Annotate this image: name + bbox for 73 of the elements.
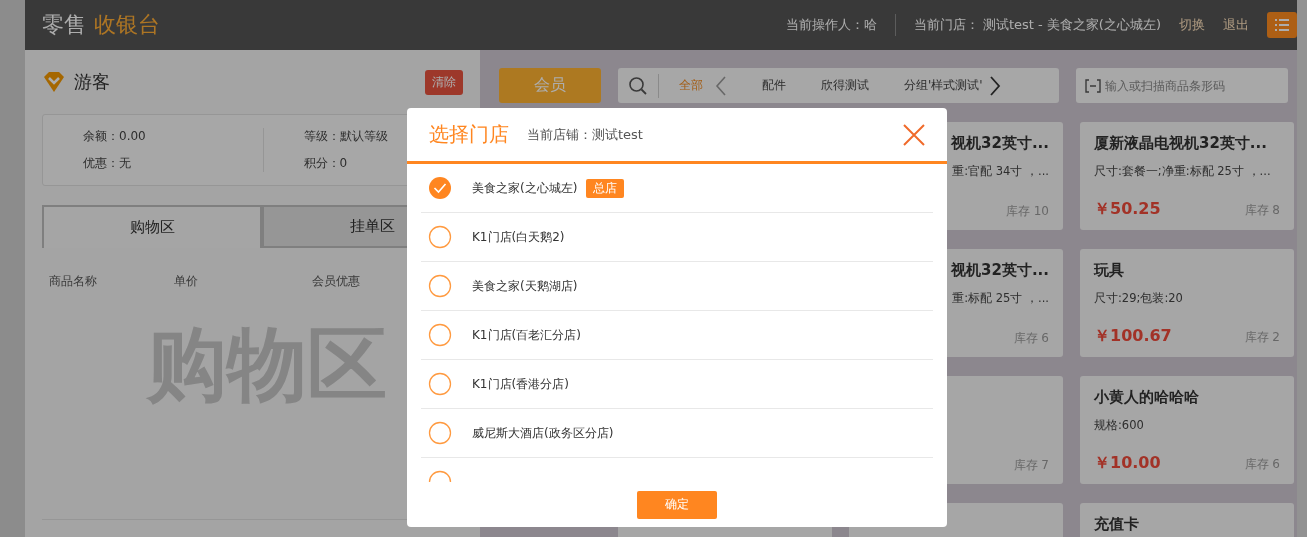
menu-icon [1275, 19, 1289, 31]
store-option[interactable]: K1门店(百老汇分店) [421, 311, 933, 360]
stock-count: 库存 2 [1244, 329, 1280, 346]
dialog-title: 选择门店 [429, 121, 509, 148]
store-option[interactable]: 威尼斯大酒店(政务区分店) [421, 409, 933, 458]
store-name: 美食之家(之心城左) [472, 179, 578, 197]
product-name: 视机32英寸... [951, 134, 1049, 153]
product-card[interactable]: 玩具 尺寸:29;包装:20 ￥100.67 库存 2 [1080, 249, 1294, 357]
stock-count: 库存 10 [1005, 203, 1049, 220]
stock-count: 库存 7 [1013, 457, 1049, 474]
diamond-icon [42, 71, 66, 93]
head-store-badge: 总店 [586, 178, 625, 198]
category-tab[interactable]: 分组'样式测试' [869, 77, 983, 94]
stock-count: 库存 6 [1244, 456, 1280, 473]
current-store-text: 当前店铺：测试test [527, 125, 644, 144]
info-text: 优惠：无 [83, 155, 131, 172]
clear-button[interactable]: 清除 [425, 69, 463, 95]
category-tab[interactable]: 配件 [727, 77, 786, 94]
operator-label: 当前操作人：哈 [785, 16, 877, 34]
info-text: 积分：0 [303, 155, 348, 172]
product-spec: 重:官配 34寸 ，... [952, 164, 1049, 179]
product-price: ￥10.00 [1094, 453, 1161, 474]
stock-count: 库存 6 [1013, 330, 1049, 347]
store-option[interactable]: 美食之家(之心城左) 总店 [421, 164, 933, 213]
product-name: 充值卡 [1094, 515, 1140, 534]
product-card[interactable]: 充值卡 [1080, 503, 1294, 537]
product-name: 厦新液晶电视机32英寸... [1094, 134, 1268, 153]
menu-button[interactable] [1267, 12, 1297, 38]
scan-icon [1085, 79, 1101, 93]
search-icon[interactable] [628, 75, 648, 96]
store-name: K1门店(香港分店) [472, 375, 569, 393]
info-text: 等级：默认等级 [303, 128, 388, 145]
barcode-input-field[interactable]: 输入或扫描商品条形码 [1076, 68, 1288, 103]
radio-icon[interactable] [428, 323, 452, 347]
product-name: 小黄人的哈哈哈 [1094, 388, 1200, 407]
switch-link[interactable]: 切换 [1179, 16, 1205, 34]
store-option[interactable]: K1门店(香港分店) [421, 360, 933, 409]
store-name: 威尼斯大酒店(政务区分店) [472, 424, 614, 442]
store-option[interactable]: K1门店(白天鹅2) [421, 213, 933, 262]
cart-tab[interactable]: 购物区 [42, 205, 262, 248]
radio-icon[interactable] [428, 274, 452, 298]
product-card[interactable]: 小黄人的哈哈哈 规格:600 ￥10.00 库存 6 [1080, 376, 1294, 484]
product-card[interactable]: 厦新液晶电视机32英寸... 尺寸:套餐一;净重:标配 25寸 ，... ￥50.25 库存 8 [1080, 122, 1294, 230]
scrollbar[interactable] [1297, 0, 1307, 537]
store-option[interactable]: 美食之家(天鹅湖店) [421, 262, 933, 311]
brand-subtitle: 收银台 [94, 11, 160, 39]
category-tab[interactable]: 欣得测试 [786, 77, 869, 94]
logout-link[interactable]: 退出 [1223, 16, 1249, 34]
radio-checked-icon[interactable] [428, 176, 452, 200]
info-text: 余额：0.00 [83, 128, 146, 145]
column-header: 商品名称 [49, 273, 98, 290]
product-spec: 尺寸:套餐一;净重:标配 25寸 ，... [1094, 164, 1272, 179]
product-spec: 重:标配 25寸 ，... [952, 291, 1049, 306]
store-name: 美食之家(天鹅湖店) [472, 277, 578, 295]
product-name: 玩具 [1094, 261, 1125, 280]
store-name: K1门店(百老汇分店) [472, 326, 581, 344]
product-spec: 尺寸:29;包装:20 [1094, 291, 1184, 306]
close-icon[interactable] [903, 123, 925, 146]
brand-title: 零售 [42, 11, 86, 39]
product-price: ￥50.25 [1094, 199, 1161, 220]
column-header: 会员优惠 [312, 273, 361, 290]
customer-name: 游客 [74, 70, 111, 94]
stock-count: 库存 8 [1244, 202, 1280, 219]
chevron-left-icon[interactable] [715, 74, 727, 97]
radio-icon[interactable] [428, 225, 452, 249]
product-price: ￥100.67 [1094, 326, 1172, 347]
product-name: 视机32英寸... [951, 261, 1049, 280]
product-spec: 规格:600 [1094, 418, 1145, 433]
radio-icon[interactable] [428, 421, 452, 445]
radio-icon[interactable] [428, 372, 452, 396]
current-store-label: 当前门店： 测试test - 美食之家(之心城左) [913, 16, 1161, 34]
chevron-right-icon[interactable] [988, 74, 1001, 97]
column-header: 单价 [174, 273, 199, 290]
